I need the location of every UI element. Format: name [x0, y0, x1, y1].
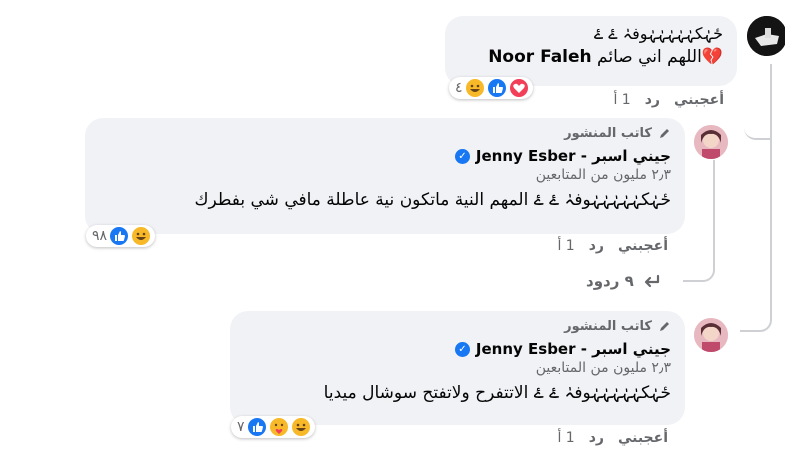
reactions-summary-3[interactable]: ٧: [231, 416, 315, 438]
author-avatar-2[interactable]: [694, 318, 728, 352]
reply-bubble-1: كاتب المنشور جيني اسبر - Jenny Esber ✓ ٢…: [85, 118, 685, 234]
author-name[interactable]: جيني اسبر - Jenny Esber: [476, 340, 671, 358]
author-badge-row: كاتب المنشور: [99, 126, 671, 141]
haha-reaction-icon: [131, 226, 152, 246]
tagged-user-link[interactable]: Noor Faleh: [488, 47, 591, 67]
comment-timestamp[interactable]: 1 أ: [557, 238, 574, 254]
like-reaction-icon: [486, 78, 507, 98]
pencil-icon: [658, 320, 671, 333]
verified-badge-icon: ✓: [454, 148, 470, 164]
reply-button[interactable]: رد: [589, 238, 604, 254]
love-reaction-icon: [508, 78, 529, 98]
haha-reaction-icon: [290, 417, 311, 437]
view-replies-link[interactable]: ٩ ردود: [586, 272, 660, 290]
reply-button[interactable]: رد: [589, 430, 604, 446]
replies-count-label: ٩ ردود: [586, 272, 634, 290]
comment-text-line2: 💔اللهم اني صائم Noor Faleh: [459, 47, 723, 67]
thread-line-branch: [744, 120, 770, 140]
followers-count: ٢٫٣ مليون من المتابعين: [535, 167, 671, 183]
comment-bubble-1: ځہٰکہٰہٰہٰہٰہٰوفہٰ ۓ ۓ 💔اللهم اني صائم N…: [445, 16, 737, 86]
author-badge-row: كاتب المنشور: [244, 319, 671, 334]
reactions-count: ٧: [237, 419, 245, 435]
followers-count: ٢٫٣ مليون من المتابعين: [535, 360, 671, 376]
like-button[interactable]: أعجبني: [674, 92, 724, 108]
comment-text-body: 💔اللهم اني صائم: [597, 47, 723, 67]
comment-text-line1: ځہٰکہٰہٰہٰہٰہٰوفہٰ ۓ ۓ: [593, 24, 723, 43]
reactions-summary-1[interactable]: ٤: [449, 77, 533, 99]
like-reaction-icon: [246, 417, 267, 437]
avatar-image: [694, 318, 728, 352]
thread-line-reply: [683, 160, 715, 282]
author-badge: كاتب المنشور: [564, 126, 652, 141]
comment-timestamp[interactable]: 1 أ: [557, 430, 574, 446]
haha-reaction-icon: [464, 78, 485, 98]
reply-bubble-2: كاتب المنشور جيني اسبر - Jenny Esber ✓ ٢…: [230, 311, 685, 425]
comment-timestamp[interactable]: 1 أ: [613, 92, 630, 108]
reply-button[interactable]: رد: [645, 92, 660, 108]
author-name[interactable]: جيني اسبر - Jenny Esber: [476, 147, 671, 165]
care-reaction-icon: [268, 417, 289, 437]
comment-actions-2: أعجبني رد 1 أ: [534, 238, 668, 254]
avatar-image: [694, 125, 728, 159]
verified-badge-icon: ✓: [454, 341, 470, 357]
replies-arrow-icon: [642, 274, 660, 288]
reactions-count: ٤: [455, 80, 463, 96]
author-row: جيني اسبر - Jenny Esber ✓: [99, 147, 671, 165]
reactions-summary-2[interactable]: ٩٨: [86, 225, 156, 247]
commenter-avatar[interactable]: [747, 16, 785, 56]
reply-text: ځہٰکہٰہٰہٰہٰہٰوفہٰ ۓ ۓ المهم النية ماتكو…: [194, 190, 671, 210]
comment-actions-1: أعجبني رد 1 أ: [590, 92, 724, 108]
avatar-image: [747, 16, 785, 56]
like-button[interactable]: أعجبني: [618, 430, 668, 446]
pencil-icon: [658, 127, 671, 140]
author-avatar-1[interactable]: [694, 125, 728, 159]
reactions-count: ٩٨: [92, 228, 108, 244]
like-button[interactable]: أعجبني: [618, 238, 668, 254]
like-reaction-icon: [109, 226, 130, 246]
author-badge: كاتب المنشور: [564, 319, 652, 334]
thread-line-main: [740, 64, 772, 332]
reply-text: ځہٰکہٰہٰہٰہٰہٰوفہٰ ۓ ۓ الاتتفرح ولاتفتح …: [323, 383, 671, 403]
author-row: جيني اسبر - Jenny Esber ✓: [244, 340, 671, 358]
comment-actions-3: أعجبني رد 1 أ: [534, 430, 668, 446]
